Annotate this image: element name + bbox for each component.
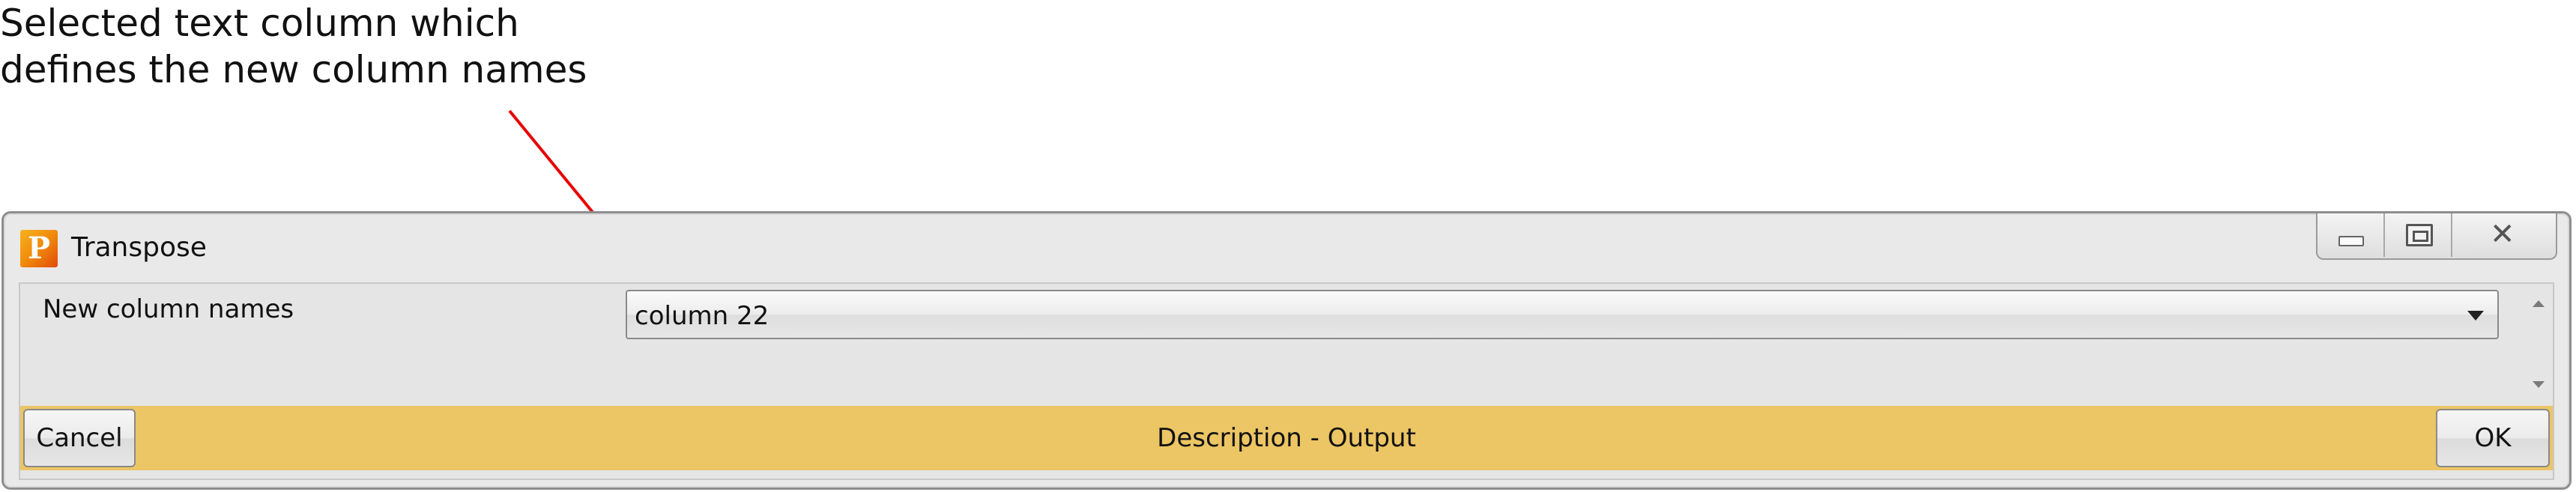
dropdown-selected-value: column 22: [635, 301, 770, 331]
scroll-up-icon[interactable]: [2533, 300, 2545, 307]
close-button[interactable]: ✕: [2452, 213, 2556, 257]
window-controls: ✕: [2316, 213, 2557, 260]
ok-button[interactable]: OK: [2436, 409, 2550, 467]
scroll-down-icon[interactable]: [2533, 381, 2545, 388]
description-output-label[interactable]: Description - Output: [20, 422, 2553, 455]
description-output-bar[interactable]: Cancel Description - Output OK: [20, 406, 2553, 470]
parameters-panel: New column names column 22 Cancel Descri…: [19, 282, 2554, 480]
vertical-scrollbar[interactable]: [2521, 284, 2553, 406]
minimize-icon: [2338, 236, 2364, 246]
annotation-callout: Selected text column which defines the n…: [0, 0, 719, 93]
app-logo-icon: P: [20, 230, 58, 267]
annotation-line-1: Selected text column which: [0, 1, 519, 45]
close-icon: ✕: [2490, 217, 2515, 252]
chevron-down-icon[interactable]: [2467, 311, 2484, 321]
transpose-window: P Transpose ✕ New column names column 22…: [1, 211, 2572, 490]
title-bar[interactable]: P Transpose ✕: [4, 213, 2569, 282]
window-title: Transpose: [71, 232, 207, 263]
new-column-names-dropdown[interactable]: column 22: [626, 290, 2499, 339]
maximize-icon: [2406, 224, 2433, 246]
minimize-button[interactable]: [2318, 213, 2385, 257]
new-column-names-label: New column names: [43, 294, 294, 324]
annotation-line-2: defines the new column names: [0, 48, 587, 91]
maximize-button[interactable]: [2385, 213, 2452, 257]
